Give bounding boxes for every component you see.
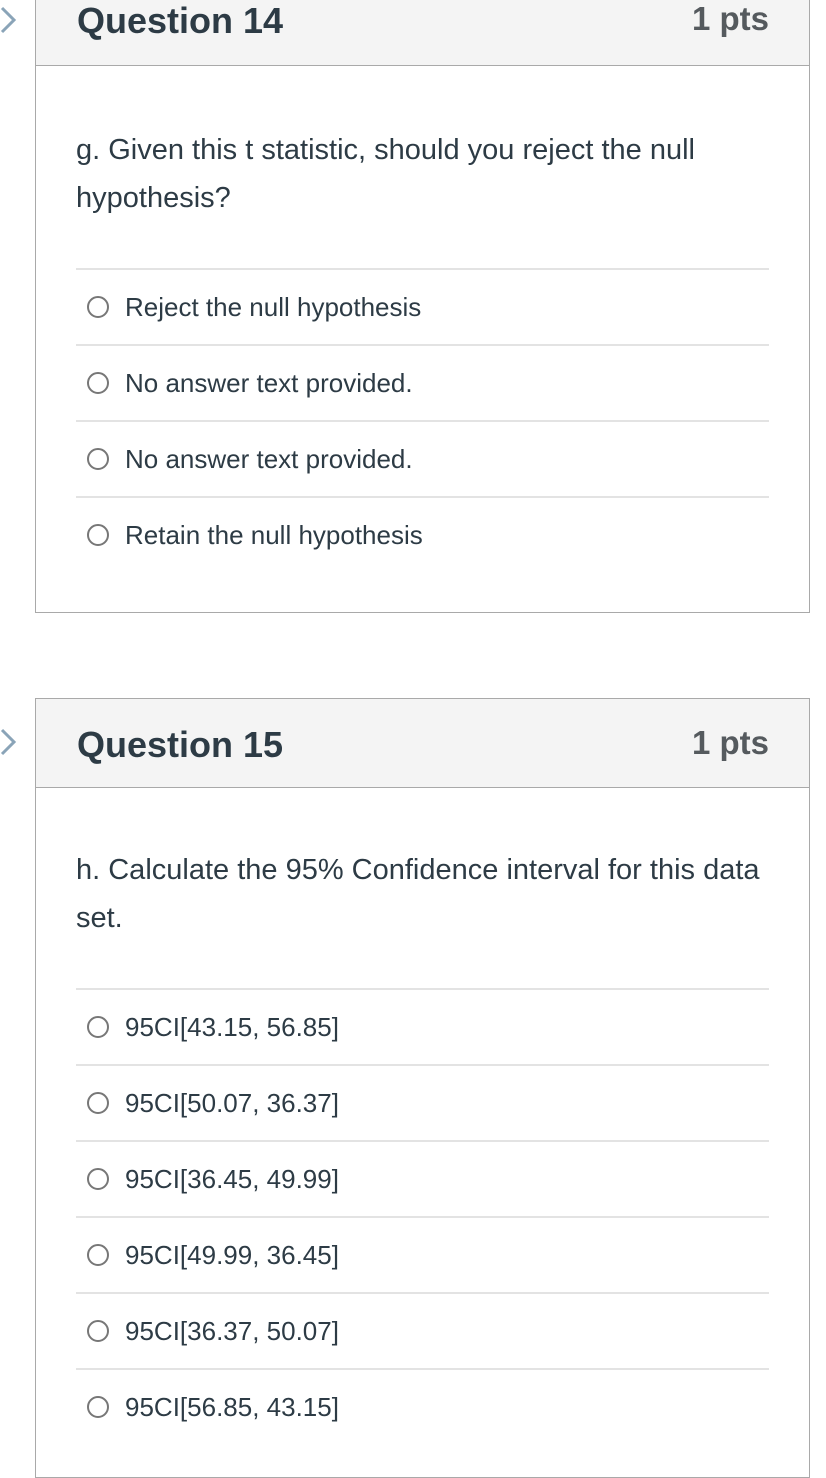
- answer-option[interactable]: 95CI[43.15, 56.85]: [76, 990, 769, 1066]
- radio-button[interactable]: [87, 524, 109, 546]
- answer-label: Retain the null hypothesis: [125, 519, 423, 550]
- answer-list: Reject the null hypothesis No answer tex…: [76, 268, 769, 572]
- answer-list: 95CI[43.15, 56.85] 95CI[50.07, 36.37] 95…: [76, 988, 769, 1444]
- answer-label: 95CI[50.07, 36.37]: [125, 1087, 339, 1118]
- radio-button[interactable]: [87, 296, 109, 318]
- radio-button[interactable]: [87, 1396, 109, 1418]
- radio-button[interactable]: [87, 1092, 109, 1114]
- answer-option[interactable]: 95CI[36.37, 50.07]: [76, 1294, 769, 1370]
- radio-button[interactable]: [87, 1168, 109, 1190]
- question-points: 1 pts: [691, 0, 769, 37]
- question-points: 1 pts: [691, 724, 769, 761]
- radio-button[interactable]: [87, 1016, 109, 1038]
- answer-label: Reject the null hypothesis: [125, 291, 422, 322]
- answer-option[interactable]: 95CI[56.85, 43.15]: [76, 1370, 769, 1444]
- answer-option[interactable]: No answer text provided.: [76, 346, 769, 422]
- answer-option[interactable]: Retain the null hypothesis: [76, 498, 769, 572]
- question-text: g. Given this t statistic, should you re…: [76, 134, 695, 214]
- question-header: Question 15 1 pts: [36, 698, 809, 788]
- question-14: Question 14 1 pts g. Given this t statis…: [35, 0, 810, 613]
- question-title: Question 14: [77, 0, 284, 41]
- radio-button[interactable]: [87, 448, 109, 470]
- radio-button[interactable]: [87, 1244, 109, 1266]
- radio-button[interactable]: [87, 1320, 109, 1342]
- answer-option[interactable]: No answer text provided.: [76, 422, 769, 498]
- question-title: Question 15: [77, 724, 284, 765]
- answer-label: 95CI[36.37, 50.07]: [125, 1315, 339, 1346]
- answer-option[interactable]: 95CI[50.07, 36.37]: [76, 1066, 769, 1142]
- answer-label: No answer text provided.: [125, 443, 413, 474]
- answer-label: 95CI[36.45, 49.99]: [125, 1163, 339, 1194]
- answer-option[interactable]: Reject the null hypothesis: [76, 270, 769, 346]
- question-text: h. Calculate the 95% Confidence interval…: [76, 854, 760, 934]
- answer-label: 95CI[43.15, 56.85]: [125, 1011, 339, 1042]
- flag-question-15-icon[interactable]: [0, 728, 18, 756]
- flag-question-14-icon[interactable]: [0, 6, 18, 34]
- answer-option[interactable]: 95CI[36.45, 49.99]: [76, 1142, 769, 1218]
- answer-option[interactable]: 95CI[49.99, 36.45]: [76, 1218, 769, 1294]
- answer-label: 95CI[49.99, 36.45]: [125, 1239, 339, 1270]
- answer-label: No answer text provided.: [125, 367, 413, 398]
- radio-button[interactable]: [87, 372, 109, 394]
- question-15: Question 15 1 pts h. Calculate the 95% C…: [35, 698, 810, 1478]
- answer-label: 95CI[56.85, 43.15]: [125, 1391, 339, 1422]
- question-header: Question 14 1 pts: [36, 0, 809, 66]
